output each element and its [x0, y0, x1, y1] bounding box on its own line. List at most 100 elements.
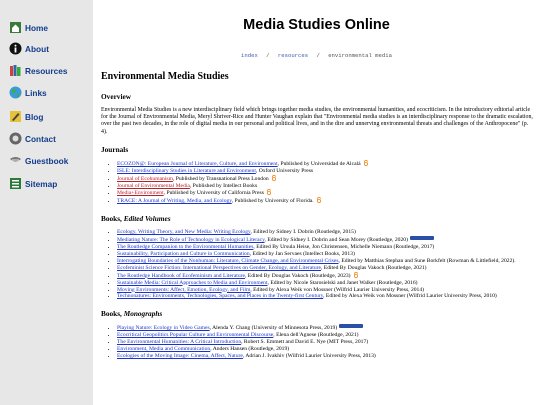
- edited-volume-details: , Edited by Sidney I. Dobrin and Sean Mo…: [264, 237, 408, 244]
- edited-volume-link[interactable]: Technonatures: Environments, Technologie…: [117, 293, 323, 299]
- edited-volume-link[interactable]: Interrogating Boundaries of the Nonhuman…: [117, 258, 339, 264]
- open-access-icon: [266, 189, 271, 196]
- journal-item: Journal of Environmental Media, Publishe…: [117, 183, 535, 190]
- edited-volume-link[interactable]: Sustainable Media: Critical Approaches t…: [117, 280, 268, 286]
- overview-heading: Overview: [101, 92, 131, 101]
- nav-label: Resources: [25, 65, 68, 76]
- sitemap-icon: [10, 178, 21, 189]
- monograph-details: , Adrian J. Ivakhiv (Wilfrid Laurier Uni…: [242, 352, 376, 359]
- monograph-item: The Environmental Humanities: A Critical…: [117, 339, 535, 346]
- main-content: Media Studies Online index / resources /…: [93, 0, 540, 405]
- breadcrumb: index / resources / environmental media: [93, 52, 540, 59]
- monograph-item: Ecologies of the Moving Image: Cinema, A…: [117, 353, 535, 360]
- globe-icon: [9, 86, 22, 99]
- edited-volume-link[interactable]: Ecology, Writing Theory, and New Media: …: [117, 229, 250, 235]
- journal-details: , Published by Transnational Press Londo…: [172, 175, 269, 182]
- journal-link[interactable]: TRACE: A Journal of Writing, Media, and …: [117, 198, 232, 204]
- monograph-link[interactable]: Ecocritical Geopolitics Popular Culture …: [117, 332, 273, 338]
- breadcrumb-resources[interactable]: resources: [278, 52, 308, 59]
- monographs-list: Playing Nature: Ecology in Video Games , …: [101, 324, 535, 360]
- edited-volume-item: The Routledge Handbook of Ecofeminism an…: [117, 271, 535, 280]
- journal-link[interactable]: Journal of Environmental Media: [117, 183, 190, 189]
- edited-volume-link[interactable]: Ecofeminist Science Fiction: Internation…: [117, 265, 321, 271]
- journal-details: , Oxford University Press: [255, 167, 314, 174]
- nav-label: Home: [25, 22, 49, 33]
- edited-volume-item: Ecology, Writing Theory, and New Media: …: [117, 229, 535, 236]
- breadcrumb-separator: /: [316, 52, 320, 59]
- edited-volumes-list: Ecology, Writing Theory, and New Media: …: [101, 229, 535, 300]
- nav-label: About: [25, 43, 49, 54]
- nav-item-sitemap[interactable]: Sitemap: [9, 177, 57, 190]
- monograph-link[interactable]: The Environmental Humanities: A Critical…: [117, 339, 241, 345]
- journal-item: TRACE: A Journal of Writing, Media, and …: [117, 197, 535, 205]
- edited-volume-details: , Edited by Nicole Starosielski and Jane…: [267, 279, 418, 286]
- monograph-link[interactable]: Ecologies of the Moving Image: Cinema, A…: [117, 353, 243, 359]
- journals-heading: Journals: [101, 144, 129, 154]
- books-icon: [10, 65, 21, 76]
- journal-item: Journal of Ecohumanism, Published by Tra…: [117, 174, 535, 183]
- home-icon: [10, 22, 21, 33]
- info-badge[interactable]: [339, 324, 364, 329]
- edited-volume-item: Ecofeminist Science Fiction: Internation…: [117, 265, 535, 272]
- edited-volume-link[interactable]: Moving Environments: Affect, Emotion, Ec…: [117, 287, 250, 293]
- nav-label: Guestbook: [25, 155, 69, 166]
- edited-volume-details: , Edited By Ursula Heise, Jon Christense…: [253, 244, 435, 251]
- edited-volume-item: Interrogating Boundaries of the Nonhuman…: [117, 258, 535, 265]
- breadcrumb-current: environmental media: [328, 52, 392, 59]
- edited-volume-item: Sustainable Media: Critical Approaches t…: [117, 280, 535, 287]
- edited-volume-link[interactable]: The Routledge Companion to the Environme…: [117, 244, 253, 250]
- edited-volume-details: , Edited by Matthias Stephan and Sune Bo…: [338, 257, 516, 264]
- edited-volume-item: Technonatures: Environments, Technologie…: [117, 293, 535, 300]
- journal-details: , Published by Universidad de Alcalá: [277, 160, 361, 167]
- contact-icon: [9, 132, 22, 145]
- open-access-icon: [271, 174, 276, 181]
- journal-link[interactable]: ECOZON@: European Journal of Literature,…: [117, 161, 278, 167]
- breadcrumb-index[interactable]: index: [241, 52, 258, 59]
- edited-volume-item: Sustainability, Participation and Cultur…: [117, 251, 535, 258]
- page-title: Environmental Media Studies: [101, 71, 229, 82]
- monograph-link[interactable]: Environment, Media and Communication: [117, 346, 210, 352]
- monograph-details: , Elena dell'Agnese (Routledge, 2021): [273, 332, 359, 339]
- journal-link[interactable]: Media+Environment: [117, 190, 164, 196]
- guestbook-icon: [10, 157, 21, 162]
- open-access-icon: [353, 271, 358, 278]
- edited-volume-details: , Edited By Douglas Vakoch (Routledge, 2…: [320, 264, 427, 271]
- nav-item-resources[interactable]: Resources: [9, 64, 67, 77]
- journal-item: ECOZON@: European Journal of Literature,…: [117, 159, 535, 168]
- nav-item-guestbook[interactable]: Guestbook: [9, 154, 68, 167]
- nav-item-home[interactable]: Home: [9, 21, 48, 34]
- info-badge[interactable]: [409, 236, 434, 241]
- nav-item-about[interactable]: About: [9, 42, 49, 55]
- nav-item-links[interactable]: Links: [9, 86, 47, 99]
- nav-item-contact[interactable]: Contact: [9, 132, 56, 145]
- journal-link[interactable]: ISLE: Interdisciplinary Studies in Liter…: [117, 168, 256, 174]
- edited-volume-link[interactable]: Sustainability, Participation and Cultur…: [117, 251, 250, 257]
- open-access-icon: [363, 159, 368, 166]
- nav-label: Sitemap: [25, 178, 58, 189]
- breadcrumb-separator: /: [266, 52, 270, 59]
- journal-details: , Published by University of Florida.: [231, 198, 314, 205]
- nav-item-blog[interactable]: Blog: [9, 110, 43, 123]
- monograph-details: , Anders Hansen (Routledge, 2019): [210, 346, 290, 353]
- journal-item: ISLE: Interdisciplinary Studies in Liter…: [117, 168, 535, 175]
- edited-volume-details: , Edited by Jan Servaes (Intellect Books…: [249, 250, 355, 257]
- monograph-link[interactable]: Playing Nature: Ecology in Video Games: [117, 325, 210, 331]
- journal-item: Media+Environment, Published by Universi…: [117, 189, 535, 197]
- monograph-item: Environment, Media and Communication, An…: [117, 346, 535, 353]
- monographs-heading: Books, Monographs: [101, 309, 163, 319]
- journal-details: , Published by University of California …: [163, 190, 264, 197]
- overview-text: Environmental Media Studies is a new int…: [101, 107, 533, 135]
- open-access-icon: [316, 197, 321, 204]
- monograph-details: , Robert S. Emmett and David E. Nye (MIT…: [241, 339, 369, 346]
- edited-volume-item: The Routledge Companion to the Environme…: [117, 244, 535, 251]
- journal-details: , Published by Intellect Books: [189, 182, 258, 189]
- edited-volume-link[interactable]: Mediating Nature: The Role of Technology…: [117, 237, 265, 243]
- sidebar: Home About Resources Links Blog Contact Guestb…: [0, 0, 93, 405]
- site-title: Media Studies Online: [243, 17, 390, 33]
- edited-volume-details: , Edited by Alexa Weik von Mossner (Wilf…: [250, 286, 424, 293]
- journal-link[interactable]: Journal of Ecohumanism: [117, 176, 173, 182]
- nav-label: Blog: [25, 111, 44, 122]
- edited-volume-details: , Edited By Douglas Vakoch (Routledge, 2…: [245, 272, 351, 279]
- nav-label: Links: [25, 87, 47, 98]
- edited-volume-link[interactable]: The Routledge Handbook of Ecofeminism an…: [117, 273, 245, 279]
